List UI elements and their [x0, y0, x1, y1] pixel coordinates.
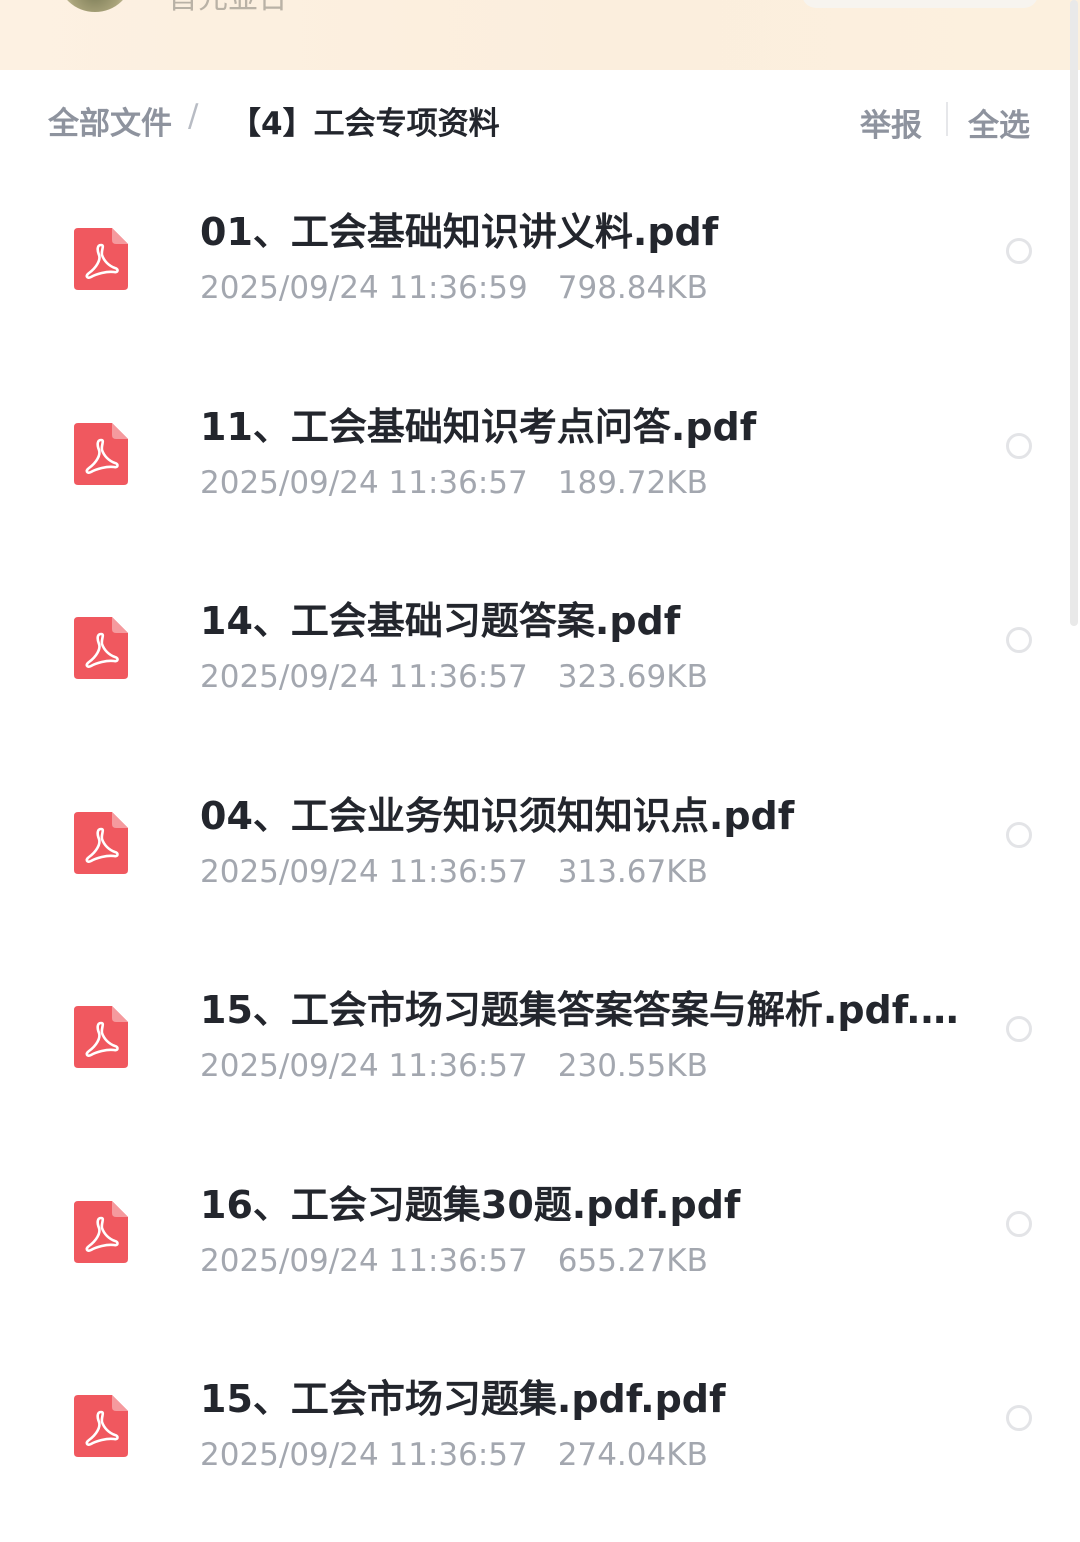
file-size: 323.69KB [557, 659, 708, 695]
file-meta: 2025/09/24 11:36:57 655.27KB [200, 1241, 708, 1281]
file-meta: 2025/09/24 11:36:57 313.67KB [200, 852, 708, 892]
file-meta: 2025/09/24 11:36:57 189.72KB [200, 463, 708, 503]
file-meta: 2025/09/24 11:36:57 230.55KB [200, 1046, 708, 1086]
file-name: 15、工会市场习题集答案答案与解析.pdf.pdf [200, 988, 960, 1032]
file-row[interactable]: 15、工会市场习题集答案答案与解析.pdf.pdf 2025/09/24 11:3… [0, 944, 1080, 1139]
file-select-radio[interactable] [1006, 432, 1032, 459]
file-browser-page: 首元並台 全部文件 / 【4】工会专项资料 举报 全选 01、工会基础知识讲义料… [0, 0, 1080, 1542]
file-name: 15、工会市场习题集.pdf.pdf [200, 1377, 726, 1421]
file-row[interactable]: 14、工会基础习题答案.pdf 2025/09/24 11:36:57 323.69… [0, 555, 1080, 750]
file-name: 01、工会基础知识讲义料.pdf [200, 210, 719, 254]
file-select-radio[interactable] [1006, 1405, 1032, 1431]
breadcrumb: 全部文件 / 【4】工会专项资料 举报 全选 [0, 70, 1080, 166]
file-size: 189.72KB [557, 464, 708, 501]
file-row[interactable]: 04、工会业务知识须知知识点.pdf 2025/09/24 11:36:57 313… [0, 750, 1080, 945]
file-select-radio[interactable] [1006, 1016, 1032, 1042]
file-date: 2025/09/24 11:36:57 [200, 1242, 528, 1279]
breadcrumb-separator: / [188, 98, 199, 134]
file-name: 14、工会基础习题答案.pdf [200, 599, 681, 643]
pdf-icon [74, 1395, 128, 1457]
report-button[interactable]: 举报 [860, 100, 922, 145]
file-name: 16、工会习题集30题.pdf.pdf [200, 1182, 741, 1227]
file-row[interactable]: 01、工会基础知识讲义料.pdf 2025/09/24 11:36:59 798.8… [0, 166, 1080, 361]
breadcrumb-current-folder: 【4】工会专项资料 [230, 106, 500, 142]
file-date: 2025/09/24 11:36:57 [200, 1048, 528, 1084]
pdf-icon [74, 617, 128, 679]
file-select-radio[interactable] [1006, 821, 1032, 848]
file-row[interactable]: 16、工会习题集30题.pdf.pdf 2025/09/24 11:36:57 65… [0, 1139, 1080, 1334]
file-row[interactable]: 11、工会基础知识考点问答.pdf 2025/09/24 11:36:57 189.… [0, 361, 1080, 556]
file-size: 655.27KB [557, 1242, 708, 1279]
file-size: 313.67KB [557, 853, 708, 890]
file-name: 11、工会基础知识考点问答.pdf [200, 404, 757, 449]
pdf-icon [74, 1200, 128, 1263]
avatar[interactable] [58, 0, 132, 12]
select-all-button[interactable]: 全选 [968, 100, 1030, 145]
file-select-radio[interactable] [1006, 627, 1032, 653]
file-size: 274.04KB [557, 1437, 708, 1473]
file-meta: 2025/09/24 11:36:59 798.84KB [200, 268, 708, 308]
file-row[interactable]: 15、工会市场习题集.pdf.pdf 2025/09/24 11:36:57 274… [0, 1333, 1080, 1528]
file-date: 2025/09/24 11:36:57 [200, 1437, 528, 1473]
file-size: 230.55KB [557, 1048, 708, 1084]
file-select-radio[interactable] [1006, 238, 1032, 264]
file-meta: 2025/09/24 11:36:57 274.04KB [200, 1435, 708, 1475]
file-date: 2025/09/24 11:36:57 [200, 853, 528, 890]
action-divider [946, 102, 948, 136]
file-meta: 2025/09/24 11:36:57 323.69KB [200, 657, 708, 697]
pdf-icon [74, 422, 128, 485]
pdf-icon [74, 228, 128, 290]
file-size: 798.84KB [557, 270, 708, 306]
top-header: 首元並台 [0, 0, 1080, 70]
file-list: 01、工会基础知识讲义料.pdf 2025/09/24 11:36:59 798.8… [0, 166, 1080, 1528]
file-date: 2025/09/24 11:36:57 [200, 464, 528, 501]
file-date: 2025/09/24 11:36:59 [200, 270, 528, 306]
file-select-radio[interactable] [1006, 1210, 1032, 1237]
header-title: 首元並台 [168, 0, 288, 14]
breadcrumb-root-link[interactable]: 全部文件 [48, 98, 172, 143]
pdf-icon [74, 1006, 128, 1068]
pdf-icon [74, 811, 128, 874]
header-action-pill[interactable] [802, 0, 1038, 8]
file-name: 04、工会业务知识须知知识点.pdf [200, 793, 795, 838]
file-date: 2025/09/24 11:36:57 [200, 659, 528, 695]
